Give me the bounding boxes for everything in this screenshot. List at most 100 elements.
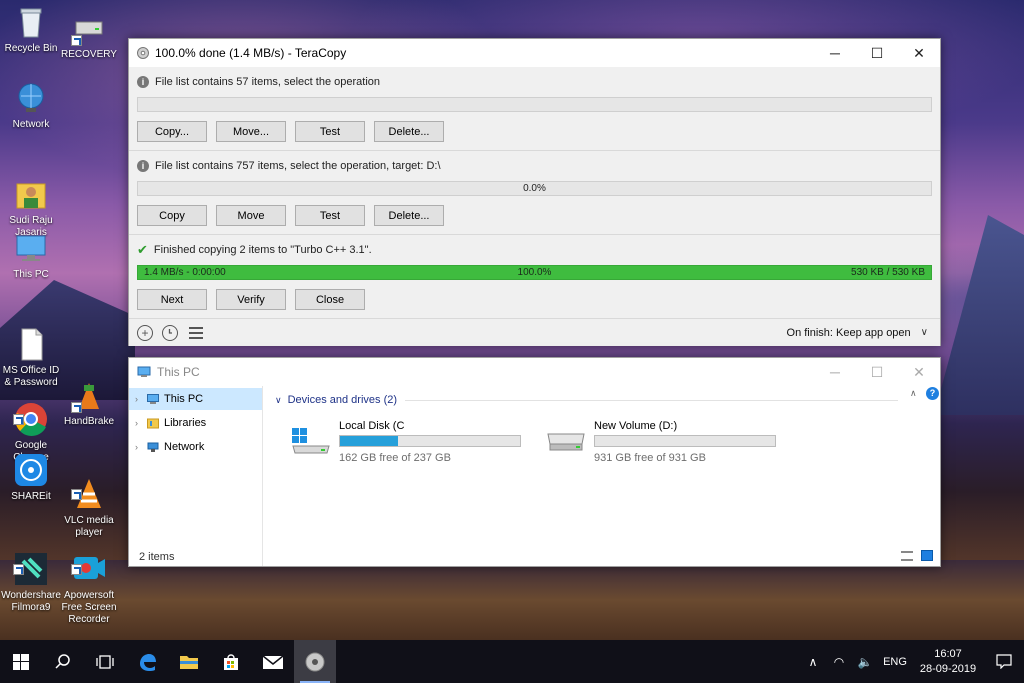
operation-panel-2: i File list contains 757 items, select t… [129,151,940,235]
chevron-right-icon[interactable]: › [135,394,147,404]
help-icon[interactable]: ? [926,387,939,400]
taskbar-edge[interactable] [126,640,168,683]
maximize-icon: ☐ [870,363,884,380]
volume-icon[interactable]: 🔈 [852,655,878,669]
close-panel-button[interactable]: Close [295,289,365,310]
chevron-right-icon[interactable]: › [135,418,147,428]
delete-button[interactable]: Delete... [374,205,444,226]
close-button[interactable]: ✕ [898,39,940,67]
desktop-icon-recovery[interactable]: RECOVERY [58,10,120,61]
start-button[interactable] [0,640,42,683]
chevron-down-icon[interactable]: ∨ [275,395,282,406]
nav-item-network[interactable]: › Network [129,436,262,458]
move-button[interactable]: Move [216,205,286,226]
desktop-icon-filmora[interactable]: Wondershare Filmora9 [0,527,62,626]
nav-item-libraries[interactable]: › Libraries [129,412,262,434]
drive-local-disk-c[interactable]: Local Disk (C 162 GB free of 237 GB [289,420,521,464]
info-icon: i [137,76,149,88]
taskbar-mail[interactable] [252,640,294,683]
windows-drive-icon [289,420,333,456]
status-text: File list contains 57 items, select the … [155,76,381,88]
taskbar-store[interactable] [210,640,252,683]
maximize-button[interactable]: ☐ [856,39,898,67]
document-icon [13,314,49,361]
copy-button[interactable]: Copy [137,205,207,226]
vlc-icon [71,464,107,508]
folder-icon [180,655,198,669]
windows-logo-icon [13,653,29,670]
desktop-icon-label: Recycle Bin [4,43,58,54]
copy-button[interactable]: Copy... [137,121,207,142]
minimize-button[interactable]: ─ [814,39,856,67]
close-button[interactable]: ✕ [898,358,940,386]
test-button[interactable]: Test [295,205,365,226]
chevron-right-icon[interactable]: › [135,442,147,452]
desktop-icon-network[interactable]: Network [0,80,62,131]
close-icon: ✕ [913,363,925,380]
desktop-icon-shareit[interactable]: SHAREit [0,452,62,503]
history-icon[interactable] [162,324,178,341]
drive-free-space: 162 GB free of 237 GB [339,452,451,464]
wifi-icon[interactable]: ◠ [826,655,852,669]
desktop-icon-apowersoft[interactable]: Apowersoft Free Screen Recorder [58,527,120,638]
desktop-icon-label: This PC [13,269,49,280]
nav-item-this-pc[interactable]: › This PC [129,388,262,410]
group-header[interactable]: ∨ Devices and drives (2) [275,394,898,406]
operation-panel-3: ✔ Finished copying 2 items to "Turbo C++… [129,235,940,319]
on-finish-dropdown[interactable]: On finish: Keep app open [787,327,911,339]
task-view-button[interactable] [84,640,126,683]
drive-usage-bar [339,435,521,447]
add-icon[interactable]: + [137,324,153,341]
computer-icon [13,230,49,266]
teracopy-disc-icon [305,652,325,671]
taskbar-file-explorer[interactable] [168,640,210,683]
progress-percent: 100.0% [517,267,552,278]
recorder-icon [71,539,107,579]
desktop-icon-recycle-bin[interactable]: Recycle Bin [0,4,62,55]
drive-icon [544,420,588,456]
explorer-window: This PC ─ ☐ ✕ › This PC › Libraries › Ne… [128,357,941,567]
maximize-button[interactable]: ☐ [856,358,898,386]
mail-icon [262,654,284,669]
clock-date: 28-09-2019 [919,662,977,675]
taskbar-teracopy[interactable] [294,640,336,683]
desktop-icon-this-pc[interactable]: This PC [0,230,62,281]
delete-button[interactable]: Delete... [374,121,444,142]
nav-item-label: Network [164,441,205,453]
computer-icon [147,393,159,404]
status-text: Finished copying 2 items to "Turbo C++ 3… [153,244,372,256]
clock[interactable]: 16:07 28-09-2019 [912,647,984,677]
language-indicator[interactable]: ENG [878,656,912,668]
notification-icon [996,654,1012,669]
progress-bar [137,97,932,112]
wallpaper-ground [0,560,1024,640]
chevron-up-icon[interactable]: ∧ [910,388,917,399]
action-center-button[interactable] [984,640,1024,683]
drive-free-space: 931 GB free of 931 GB [594,452,706,464]
tiles-view-icon[interactable] [921,550,933,561]
group-divider [405,399,898,401]
desktop-icon-label: Apowersoft Free Screen Recorder [61,590,117,625]
chevron-down-icon[interactable]: ∨ [921,327,928,338]
move-button[interactable]: Move... [216,121,286,142]
search-icon [55,653,70,669]
libraries-icon [147,418,159,428]
store-icon [224,653,238,670]
verify-button[interactable]: Verify [216,289,286,310]
minimize-button[interactable]: ─ [814,358,856,386]
chevron-up-icon[interactable]: ∧ [800,655,826,669]
nav-item-label: This PC [164,393,204,405]
desktop-icon-label: HandBrake [63,416,115,427]
operation-panel-1: i File list contains 57 items, select th… [129,67,940,151]
next-button[interactable]: Next [137,289,207,310]
teracopy-titlebar[interactable]: 100.0% done (1.4 MB/s) - TeraCopy ─ ☐ ✕ [129,39,940,67]
details-view-icon[interactable] [901,551,913,561]
progress-percent: 0.0% [523,183,546,194]
list-icon[interactable] [189,326,203,339]
transfer-size: 530 KB / 530 KB [851,267,925,278]
explorer-titlebar[interactable]: This PC ─ ☐ ✕ [129,358,940,386]
test-button[interactable]: Test [295,121,365,142]
search-button[interactable] [42,640,84,683]
drive-new-volume-d[interactable]: New Volume (D:) 931 GB free of 931 GB [544,420,776,464]
desktop-icon-handbrake[interactable]: HandBrake [58,377,120,428]
